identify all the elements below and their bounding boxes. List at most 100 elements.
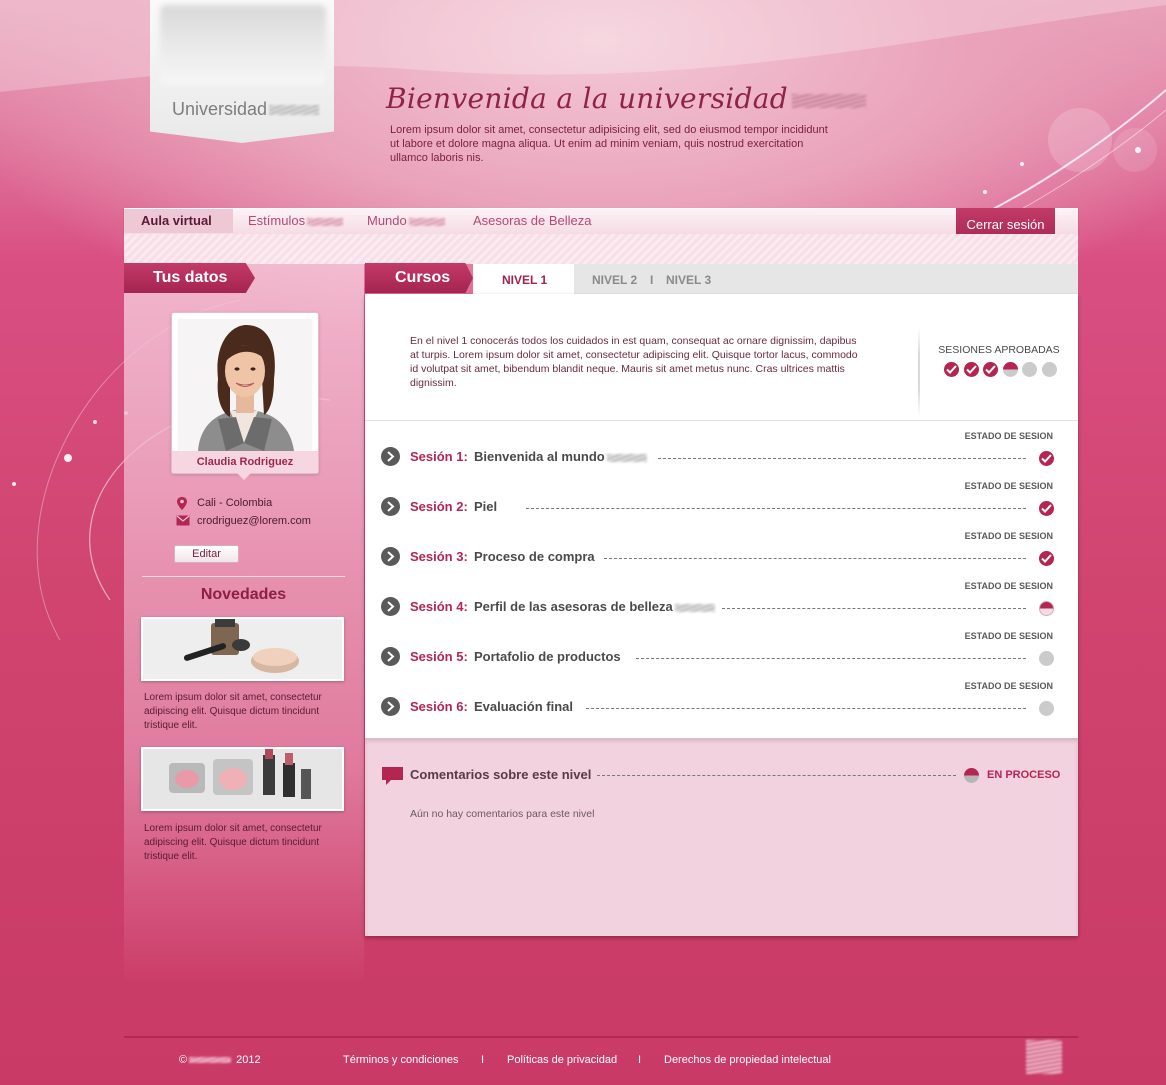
session-title[interactable]: Bienvenida al mundo [474, 449, 647, 464]
edit-profile-button[interactable]: Editar [174, 545, 239, 563]
session-leader [604, 558, 1026, 559]
session-status-label: ESTADO DE SESION [964, 581, 1053, 591]
session-status-icon [1039, 651, 1054, 666]
tab-nivel-2[interactable]: NIVEL 2 [592, 264, 637, 294]
nav-item-asesoras-de-belleza[interactable]: Asesoras de Belleza [459, 209, 606, 233]
approved-session-dot [1041, 362, 1057, 377]
comments-title[interactable]: Comentarios sobre este nivel [410, 767, 591, 782]
check-icon [1041, 454, 1052, 463]
session-status-label: ESTADO DE SESION [964, 431, 1053, 441]
session-number: Sesión 1: [410, 449, 468, 464]
session-number: Sesión 3: [410, 549, 468, 564]
session-row[interactable]: ESTADO DE SESION Sesión 1: Bienvenida al m… [365, 427, 1078, 477]
check-icon [965, 365, 977, 374]
section-divider [365, 420, 1078, 421]
chevron-right-icon[interactable] [381, 597, 400, 616]
session-status-icon [1039, 701, 1054, 716]
approved-session-dot [1022, 362, 1037, 377]
check-icon [1041, 554, 1052, 563]
logo-banner[interactable]: Universidad [150, 0, 334, 143]
main-navigation: Aula virtual Estímulos Mundo Asesoras de… [124, 208, 1078, 234]
session-title[interactable]: Proceso de compra [474, 549, 595, 564]
news-text-1: Lorem ipsum dolor sit amet, consectetur … [144, 692, 322, 731]
check-icon [946, 365, 957, 374]
chevron-right-icon[interactable] [381, 447, 400, 466]
comments-leader [597, 775, 956, 776]
session-number: Sesión 6: [410, 699, 468, 714]
content-band [124, 234, 1078, 264]
comments-status: EN PROCESO [987, 769, 1061, 781]
comments-section: Comentarios sobre este nivel EN PROCESO … [365, 738, 1078, 936]
session-status-label: ESTADO DE SESION [964, 481, 1053, 491]
session-leader [586, 708, 1026, 709]
session-number: Sesión 2: [410, 499, 468, 514]
comment-icon [382, 767, 403, 785]
comments-status-icon [964, 768, 979, 783]
session-status-icon [1039, 501, 1054, 516]
hero-title: Bienvenida a la universidad [386, 82, 866, 115]
check-icon [985, 365, 996, 374]
sidebar-divider [142, 576, 345, 577]
session-status-label: ESTADO DE SESION [964, 681, 1053, 691]
nav-item-mundo[interactable]: Mundo [353, 209, 459, 233]
hero-description: Lorem ipsum dolor sit amet, consectetur … [390, 124, 828, 164]
tab-nivel-3[interactable]: NIVEL 3 [666, 264, 711, 294]
nav-item-aula-virtual[interactable]: Aula virtual [124, 209, 233, 233]
session-title[interactable]: Evaluación final [474, 699, 573, 714]
session-leader [658, 458, 1026, 459]
session-row[interactable]: ESTADO DE SESION Sesión 5: Portafolio de p… [365, 627, 1078, 677]
news-image-1[interactable] [141, 617, 344, 681]
approved-session-dot [963, 362, 979, 377]
footer-link-propiedad[interactable]: Derechos de propiedad intelectual [664, 1054, 831, 1066]
level-intro: En el nivel 1 conocerás todos los cuidad… [410, 335, 858, 389]
mail-icon [176, 515, 190, 526]
session-title[interactable]: Piel [474, 499, 497, 514]
approved-session-dot [944, 362, 959, 377]
chevron-right-icon[interactable] [381, 697, 400, 716]
tab-separator: I [650, 273, 654, 287]
session-row[interactable]: ESTADO DE SESION Sesión 6: Evaluación fina… [365, 677, 1078, 727]
approved-sessions-label: SESIONES APROBADAS [938, 344, 1060, 356]
session-status-label: ESTADO DE SESION [964, 531, 1053, 541]
profile-card-pointer [237, 473, 251, 480]
check-icon [1041, 504, 1052, 513]
chevron-right-icon[interactable] [381, 497, 400, 516]
footer-link-privacidad[interactable]: Políticas de privacidad [507, 1054, 617, 1066]
session-leader [526, 508, 1026, 509]
vertical-separator [918, 328, 920, 416]
logo-image [160, 5, 326, 85]
approved-session-dot [983, 362, 998, 377]
nav-item-estimulos[interactable]: Estímulos [234, 209, 357, 233]
session-row[interactable]: ESTADO DE SESION Sesión 4: Perfil de las a… [365, 577, 1078, 627]
session-leader [722, 608, 1026, 609]
location-pin-icon [177, 497, 187, 510]
footer-separator: I [638, 1054, 642, 1066]
footer-link-terminos[interactable]: Términos y condiciones [343, 1054, 459, 1066]
news-text-2: Lorem ipsum dolor sit amet, consectetur … [144, 823, 322, 862]
footer-copyright: © 2012 [179, 1054, 261, 1066]
session-number: Sesión 4: [410, 599, 468, 614]
session-leader [636, 658, 1026, 659]
news-title: Novedades [200, 586, 287, 603]
tab-nivel-1[interactable]: NIVEL 1 [473, 264, 574, 294]
profile-section-title: Tus datos [124, 263, 255, 293]
courses-title: Cursos [365, 263, 473, 293]
session-row[interactable]: ESTADO DE SESION Sesión 2: Piel [365, 477, 1078, 527]
session-status-icon [1039, 451, 1054, 466]
footer-divider [124, 1036, 1078, 1038]
chevron-right-icon[interactable] [381, 547, 400, 566]
comments-empty-text: Aún no hay comentarios para este nivel [410, 808, 595, 820]
footer-logo [1026, 1040, 1062, 1074]
approved-session-dot [1002, 362, 1018, 377]
logo-text: Universidad [172, 99, 320, 120]
session-status-icon [1039, 551, 1054, 566]
session-title[interactable]: Perfil de las asesoras de belleza [474, 599, 715, 614]
session-number: Sesión 5: [410, 649, 468, 664]
session-title[interactable]: Portafolio de productos [474, 649, 621, 664]
profile-card: Claudia Rodriguez [171, 312, 319, 474]
session-status-icon [1039, 601, 1054, 616]
session-row[interactable]: ESTADO DE SESION Sesión 3: Proceso de comp… [365, 527, 1078, 577]
news-image-2[interactable] [141, 747, 344, 811]
chevron-right-icon[interactable] [381, 647, 400, 666]
footer-separator: I [481, 1054, 485, 1066]
